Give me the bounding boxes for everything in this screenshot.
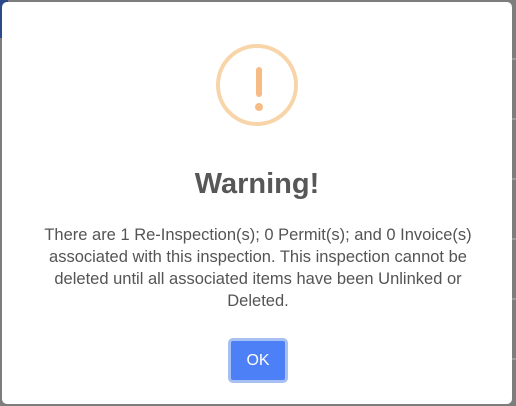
dialog-message: There are 1 Re-Inspection(s); 0 Permit(s… bbox=[44, 226, 472, 310]
exclamation-dot bbox=[255, 103, 263, 111]
dialog-title: Warning! bbox=[194, 168, 320, 200]
ok-button[interactable]: OK bbox=[228, 338, 288, 383]
warning-icon bbox=[216, 44, 298, 126]
exclamation-bar bbox=[256, 67, 262, 97]
warning-dialog: Warning! There are 1 Re-Inspection(s); 0… bbox=[2, 2, 512, 404]
